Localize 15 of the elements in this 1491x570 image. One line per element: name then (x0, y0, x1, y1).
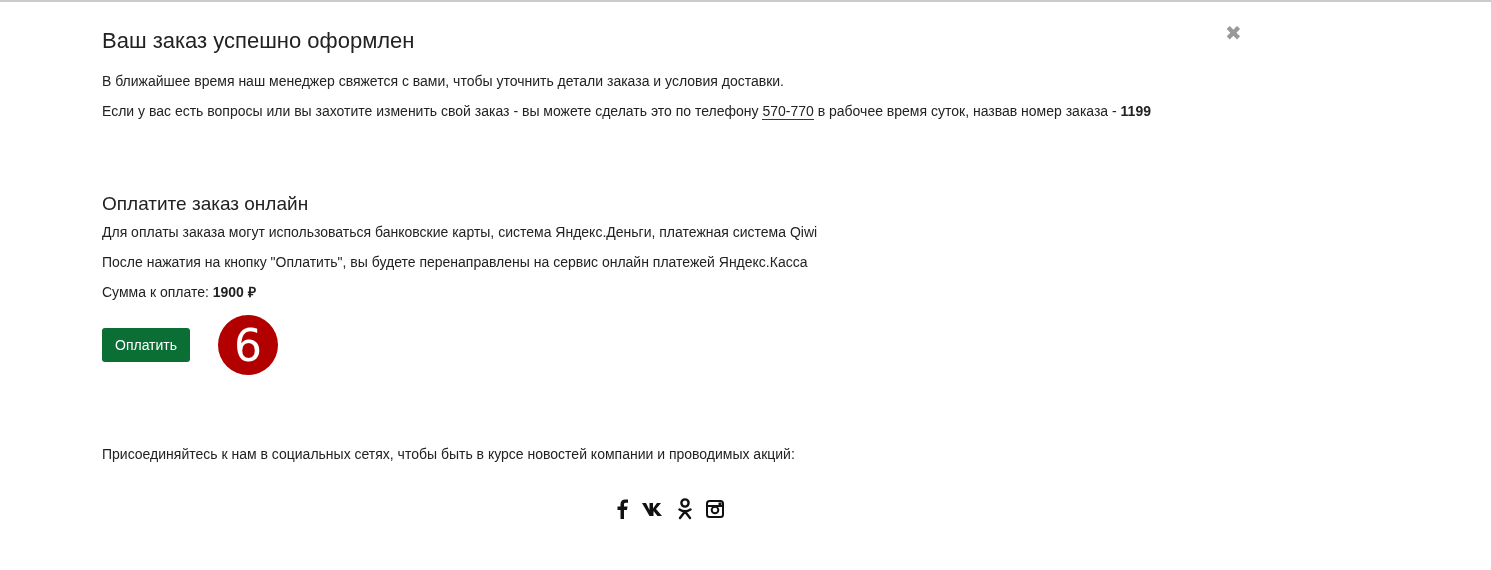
instagram-icon[interactable] (706, 500, 724, 518)
info-text: После нажатия на кнопку "Оплатить", вы будете перенаправлены на сервис онлайн платежей Яндекс.Касса (102, 255, 809, 270)
info-text: Для оплаты заказа могут использоваться банковские карты, система Яндекс.Деньги, платежная система Qiwi (102, 225, 819, 240)
section-heading: Оплатите заказ онлайн (102, 193, 310, 215)
message-text: В ближайшее время наш менеджер свяжется с вами, чтобы уточнить детали заказа и условия доставки. (102, 74, 785, 89)
phone-link[interactable]: 570-770 (762, 103, 814, 120)
step-number-badge: 6 (218, 315, 279, 375)
pay-button[interactable]: Оплатить (102, 328, 191, 362)
facebook-icon[interactable] (616, 499, 628, 519)
contact-text: Если у вас есть вопросы или вы захотите изменить свой заказ - вы можете сделать это по телефону 570-770 в рабочее время суток, назвав номер заказа - 1199 (102, 104, 1152, 119)
social-text: Присоединяйтесь к нам в социальных сетях, чтобы быть в курсе новостей компании и проводимых акций: (102, 447, 796, 462)
dialog-title: Ваш заказ успешно оформлен (102, 28, 415, 54)
ok-icon[interactable] (678, 498, 692, 520)
vk-icon[interactable] (642, 502, 664, 516)
sum-text: Сумма к оплате: 1900 ₽ (102, 285, 257, 300)
